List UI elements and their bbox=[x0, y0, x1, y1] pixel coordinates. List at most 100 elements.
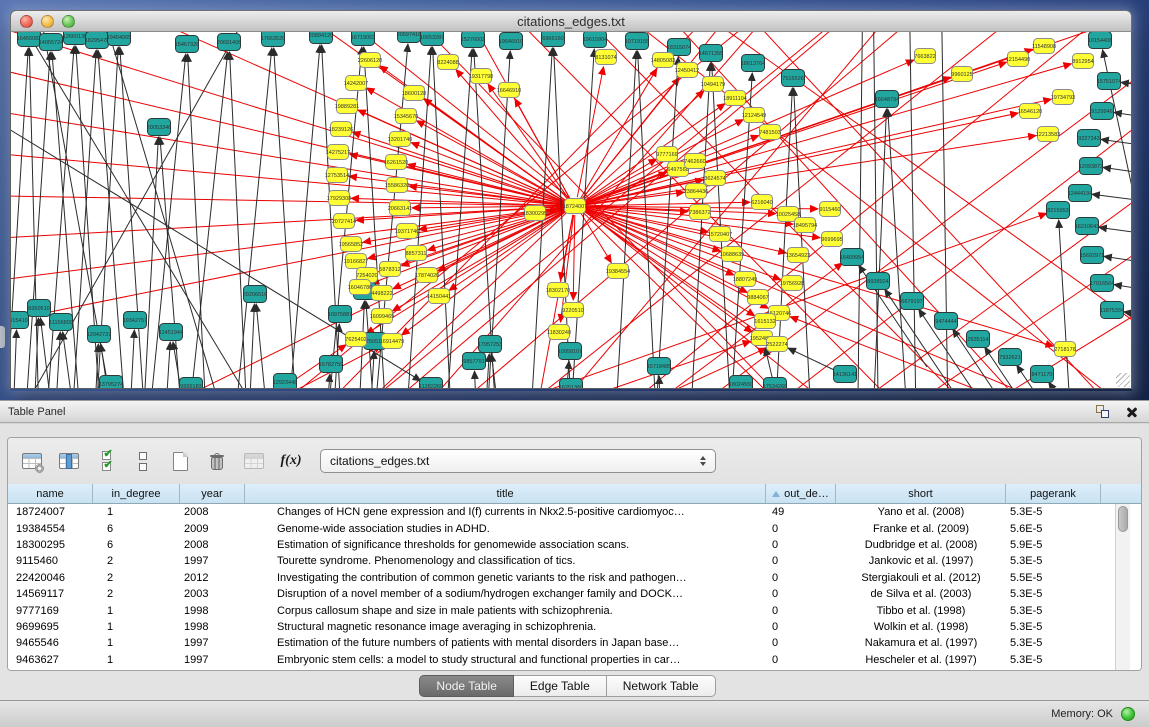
graph-node[interactable]: 17534266 bbox=[763, 378, 787, 390]
table-cell[interactable]: 1 bbox=[93, 506, 180, 518]
graph-node[interactable]: 7481503 bbox=[759, 125, 780, 140]
table-cell[interactable]: 1 bbox=[93, 637, 180, 649]
graph-node[interactable]: 10688639 bbox=[720, 247, 744, 262]
memory-ok-indicator[interactable] bbox=[1121, 707, 1135, 721]
table-cell[interactable]: 0 bbox=[766, 654, 836, 666]
graph-node[interactable]: 8915410 bbox=[11, 312, 29, 329]
graph-node[interactable]: 23864436 bbox=[684, 184, 708, 199]
table-cell[interactable]: Estimation of the future numbers of pati… bbox=[245, 637, 766, 649]
graph-node[interactable]: 8224088 bbox=[437, 55, 458, 70]
graph-node[interactable]: 22606120 bbox=[358, 53, 382, 68]
graph-node[interactable]: 19646910 bbox=[499, 33, 523, 50]
table-cell[interactable]: Disruption of a novel member of a sodium… bbox=[245, 588, 766, 600]
graph-node[interactable]: 18613764 bbox=[741, 55, 765, 72]
table-cell[interactable]: 9465546 bbox=[8, 637, 93, 649]
graph-node[interactable]: 18239126 bbox=[329, 122, 353, 137]
table-cell[interactable]: 0 bbox=[766, 605, 836, 617]
graph-node[interactable]: 8131074 bbox=[595, 50, 616, 65]
graph-node[interactable]: 12923448 bbox=[273, 374, 297, 390]
graph-node[interactable]: 11156809 bbox=[49, 314, 73, 331]
table-cell[interactable]: 49 bbox=[766, 506, 836, 518]
graph-node[interactable]: 16455083 bbox=[17, 32, 41, 47]
table-cell[interactable]: 1 bbox=[93, 605, 180, 617]
table-cell[interactable]: 0 bbox=[766, 621, 836, 633]
table-row[interactable]: 1938455462009Genome-wide association stu… bbox=[8, 520, 1115, 536]
graph-node[interactable]: 20597416 bbox=[397, 32, 421, 43]
table-cell[interactable]: 0 bbox=[766, 637, 836, 649]
table-row[interactable]: 1830029562008Estimation of significance … bbox=[8, 537, 1115, 553]
collapsed-panel-handle[interactable] bbox=[0, 326, 5, 348]
graph-node[interactable]: 9857791 bbox=[463, 353, 486, 370]
table-row[interactable]: 1456911722003Disruption of a novel membe… bbox=[8, 586, 1115, 602]
network-window-titlebar[interactable]: citations_edges.txt bbox=[10, 10, 1132, 32]
graph-node[interactable]: 14671355 bbox=[699, 45, 723, 62]
column-header-short[interactable]: short bbox=[836, 484, 1006, 503]
table-cell[interactable]: 9699695 bbox=[8, 621, 93, 633]
create-column-button[interactable] bbox=[167, 449, 193, 473]
table-row[interactable]: 2242004622012Investigating the contribut… bbox=[8, 570, 1115, 586]
table-cell[interactable]: 2012 bbox=[180, 572, 245, 584]
show-columns-button[interactable] bbox=[56, 449, 82, 473]
graph-node[interactable]: 7625402 bbox=[345, 332, 366, 347]
table-row[interactable]: 911546021997Tourette syndrome. Phenomeno… bbox=[8, 553, 1115, 569]
graph-node[interactable]: 12660135 bbox=[63, 32, 87, 45]
table-cell[interactable]: 18724007 bbox=[8, 506, 93, 518]
table-cell[interactable]: Genome-wide association studies in ADHD. bbox=[245, 523, 766, 535]
graph-node[interactable]: 16914479 bbox=[380, 334, 404, 349]
table-cell[interactable]: de Silva et al. (2003) bbox=[836, 588, 1006, 600]
graph-node[interactable]: 12942737 bbox=[87, 326, 111, 343]
table-cell[interactable]: Hescheler et al. (1997) bbox=[836, 654, 1006, 666]
graph-node[interactable]: 11451944 bbox=[159, 324, 183, 341]
tab-edge-table[interactable]: Edge Table bbox=[514, 675, 607, 697]
table-cell[interactable]: 1998 bbox=[180, 605, 245, 617]
graph-node[interactable]: 15467328 bbox=[175, 36, 199, 53]
graph-node[interactable]: 11282260 bbox=[419, 378, 443, 390]
table-cell[interactable]: 14569117 bbox=[8, 588, 93, 600]
graph-node[interactable]: 18911104 bbox=[723, 91, 747, 106]
graph-node[interactable]: 18302170 bbox=[546, 283, 570, 298]
graph-node[interactable]: 8471170 bbox=[1031, 366, 1054, 383]
graph-node[interactable]: 17929308 bbox=[327, 191, 351, 206]
graph-node[interactable]: 9777169 bbox=[656, 147, 677, 162]
table-row[interactable]: 946554611997Estimation of the future num… bbox=[8, 635, 1115, 651]
select-all-columns-button[interactable]: ✔✔ bbox=[93, 449, 119, 473]
graph-node[interactable]: 19317798 bbox=[469, 69, 493, 84]
graph-node[interactable]: 15692971 bbox=[1080, 247, 1104, 264]
table-cell[interactable]: Jankovic et al. (1997) bbox=[836, 555, 1006, 567]
table-cell[interactable]: 5.3E-5 bbox=[1006, 588, 1101, 600]
graph-node[interactable]: 9115460 bbox=[819, 202, 840, 217]
tab-node-table[interactable]: Node Table bbox=[419, 675, 514, 697]
table-row[interactable]: 1872400712008Changes of HCN gene express… bbox=[8, 504, 1115, 520]
network-graph[interactable]: 1872400716455083140557241266013518295470… bbox=[11, 32, 1131, 389]
graph-node[interactable]: 2935114 bbox=[967, 331, 990, 348]
graph-node[interactable]: 15751074 bbox=[1097, 73, 1121, 90]
vertical-scrollbar[interactable] bbox=[1115, 504, 1130, 670]
table-cell[interactable]: 0 bbox=[766, 523, 836, 535]
graph-node[interactable]: 17957253 bbox=[478, 336, 502, 353]
table-cell[interactable]: Tibbo et al. (1998) bbox=[836, 605, 1006, 617]
column-header-title[interactable]: title bbox=[245, 484, 766, 503]
graph-node[interactable]: 9129946 bbox=[1091, 103, 1114, 120]
close-panel-icon[interactable] bbox=[1125, 405, 1139, 419]
graph-node[interactable]: 9960125 bbox=[951, 67, 972, 82]
graph-node[interactable]: 14275217 bbox=[326, 145, 350, 160]
graph-node[interactable]: 19166827 bbox=[344, 254, 368, 269]
column-header-year[interactable]: year bbox=[180, 484, 245, 503]
graph-node[interactable]: 19404065 bbox=[107, 32, 131, 46]
table-cell[interactable]: 2 bbox=[93, 588, 180, 600]
graph-node[interactable]: 7386372 bbox=[689, 205, 710, 220]
table-cell[interactable]: Structural magnetic resonance image aver… bbox=[245, 621, 766, 633]
graph-node[interactable]: 2522274 bbox=[766, 337, 787, 352]
graph-node[interactable]: 20053346 bbox=[147, 119, 171, 136]
graph-node[interactable]: 9556183 bbox=[180, 378, 203, 390]
table-cell[interactable]: 6 bbox=[93, 523, 180, 535]
table-cell[interactable]: Estimation of significance thresholds fo… bbox=[245, 539, 766, 551]
graph-node[interactable]: 15276002 bbox=[461, 32, 485, 48]
table-cell[interactable]: 2009 bbox=[180, 523, 245, 535]
graph-node[interactable]: 18024550 bbox=[729, 376, 753, 390]
table-cell[interactable]: Wolkin et al. (1998) bbox=[836, 621, 1006, 633]
graph-node[interactable]: 15720407 bbox=[708, 227, 732, 242]
graph-node[interactable]: 17016504 bbox=[1090, 275, 1114, 292]
graph-node[interactable]: 7462660 bbox=[684, 154, 705, 169]
column-header-out_de[interactable]: out_de… bbox=[766, 484, 836, 503]
